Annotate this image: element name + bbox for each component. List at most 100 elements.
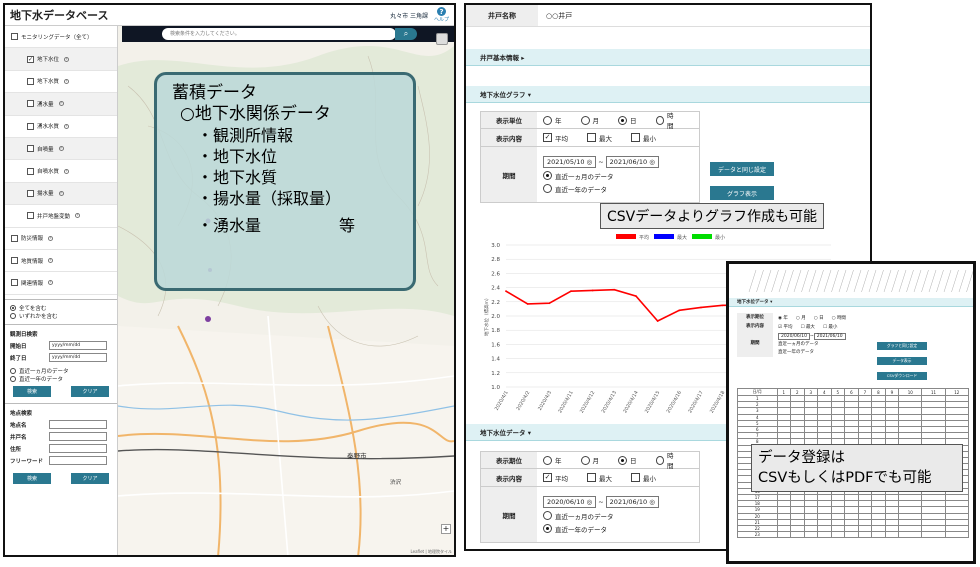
map-search-button[interactable]: ⌕: [395, 28, 417, 40]
same-as-data-button[interactable]: データと同じ設定: [710, 162, 774, 176]
content-option[interactable]: 最大: [587, 473, 612, 483]
radio-button[interactable]: [655, 115, 664, 125]
recent-month-option[interactable]: 直近一ヵ月のデータ: [5, 367, 117, 375]
info-icon[interactable]: ?: [48, 280, 54, 286]
monitoring-item[interactable]: 自噴水質?: [5, 160, 117, 183]
match-any-option[interactable]: いずれかを含む: [5, 312, 117, 320]
checkbox[interactable]: ✓: [543, 133, 552, 142]
unit-option[interactable]: 日: [618, 115, 637, 125]
graph-recent-year[interactable]: 直近一年のデータ: [543, 184, 607, 194]
radio-button[interactable]: [580, 455, 590, 465]
checkbox[interactable]: [27, 100, 34, 108]
info-icon[interactable]: ?: [64, 78, 70, 84]
checkbox[interactable]: [11, 257, 18, 265]
checkbox[interactable]: [631, 133, 640, 142]
monitoring-item[interactable]: 地下水質?: [5, 70, 117, 94]
sidebar-item[interactable]: 防災情報?: [5, 228, 117, 250]
checkbox[interactable]: [27, 212, 34, 220]
site-clear-button[interactable]: クリア: [71, 472, 109, 484]
monitoring-item[interactable]: 湧水量?: [5, 93, 117, 116]
graph-from-date[interactable]: 2021/05/10 ◎: [543, 155, 597, 168]
unit-option[interactable]: 時間: [655, 450, 680, 470]
sidebar-item[interactable]: 地質情報?: [5, 250, 117, 273]
checkbox[interactable]: [587, 133, 596, 142]
mini-recent-month[interactable]: 直近一ヵ月のデータ: [778, 341, 846, 347]
data-recent-month[interactable]: 直近一ヵ月のデータ: [543, 511, 614, 521]
radio-button[interactable]: [10, 367, 16, 374]
checkbox[interactable]: [631, 473, 640, 482]
checkbox[interactable]: [11, 33, 18, 41]
content-option[interactable]: 最小: [631, 133, 656, 143]
info-icon[interactable]: ?: [48, 235, 54, 241]
mini-content-option[interactable]: ☐ 最小: [823, 324, 837, 330]
radio-button[interactable]: [618, 115, 627, 125]
recent-year-option[interactable]: 直近一年のデータ: [5, 375, 117, 383]
mini-unit-option[interactable]: ○ 時間: [832, 315, 846, 321]
radio-button[interactable]: [10, 312, 16, 319]
radio-button[interactable]: [580, 115, 590, 125]
data-from-date[interactable]: 2020/06/10 ◎: [543, 495, 597, 508]
match-all-option[interactable]: 全てを含む: [5, 304, 117, 312]
monitoring-item[interactable]: 自噴量?: [5, 137, 117, 161]
checkbox[interactable]: [27, 145, 34, 153]
radio-button[interactable]: [543, 171, 552, 180]
checkbox[interactable]: ✓: [27, 55, 34, 63]
date-search-button[interactable]: 検索: [13, 385, 51, 397]
mini-content-option[interactable]: ☑ 平均: [778, 324, 792, 330]
info-icon[interactable]: ?: [58, 190, 64, 196]
map-view[interactable]: 秦野市 渋沢 検索条件を入力してください。 ⌕ 蓄積データ ○地下水関係データ …: [118, 26, 454, 555]
info-icon[interactable]: ?: [64, 56, 70, 62]
content-option[interactable]: 最大: [587, 133, 612, 143]
mini-to-date[interactable]: 2021/06/10: [813, 332, 846, 340]
map-search-input[interactable]: 検索条件を入力してください。: [162, 28, 396, 40]
checkbox[interactable]: [27, 122, 34, 130]
mini-same-settings-button[interactable]: グラフと同じ設定: [877, 342, 927, 350]
data-recent-year[interactable]: 直近一年のデータ: [543, 524, 607, 534]
info-icon[interactable]: ?: [75, 213, 81, 219]
mini-unit-option[interactable]: ○ 月: [796, 315, 806, 321]
radio-button[interactable]: [543, 524, 552, 533]
radio-button[interactable]: [543, 511, 552, 520]
site-field-input[interactable]: [49, 432, 107, 442]
monitoring-all-item[interactable]: モニタリングデータ（全て）: [5, 26, 117, 49]
radio-button[interactable]: [618, 455, 627, 465]
sidebar-item[interactable]: 関連情報?: [5, 272, 117, 295]
radio-button[interactable]: [543, 455, 552, 465]
unit-option[interactable]: 月: [580, 115, 599, 125]
basic-info-section[interactable]: 井戸基本情報 ▸: [466, 49, 870, 66]
unit-option[interactable]: 時間: [655, 110, 680, 130]
checkbox[interactable]: [11, 279, 18, 287]
help-button[interactable]: ? ヘルプ: [434, 7, 449, 23]
radio-button[interactable]: [10, 375, 16, 382]
content-option[interactable]: ✓ 平均: [543, 133, 568, 143]
checkbox[interactable]: [27, 189, 34, 197]
radio-button[interactable]: [655, 455, 664, 465]
content-option[interactable]: 最小: [631, 473, 656, 483]
monitoring-item[interactable]: 揚水量?: [5, 182, 117, 206]
unit-option[interactable]: 月: [580, 455, 599, 465]
checkbox[interactable]: [27, 77, 34, 85]
mini-data-section[interactable]: 地下水位データ ▾: [729, 298, 973, 307]
site-field-input[interactable]: [49, 456, 107, 466]
mini-from-date[interactable]: 2020/06/10: [778, 332, 810, 340]
zoom-in-button[interactable]: +: [441, 524, 451, 534]
layer-switch-button[interactable]: [436, 33, 448, 45]
checkbox[interactable]: [27, 167, 34, 175]
monitoring-item[interactable]: 湧水水質?: [5, 115, 117, 138]
start-date-input[interactable]: yyyy/mm/dd: [49, 341, 107, 351]
checkbox[interactable]: [587, 473, 596, 482]
mini-recent-year[interactable]: 直近一年のデータ: [778, 349, 846, 355]
radio-button[interactable]: [543, 184, 552, 193]
content-option[interactable]: ✓ 平均: [543, 473, 568, 483]
info-icon[interactable]: ?: [58, 101, 64, 107]
data-to-date[interactable]: 2021/06/10 ◎: [605, 495, 659, 508]
mini-content-option[interactable]: ☐ 最大: [800, 324, 814, 330]
date-clear-button[interactable]: クリア: [71, 385, 109, 397]
mini-unit-option[interactable]: ◉ 年: [778, 315, 788, 321]
graph-to-date[interactable]: 2021/06/10 ◎: [605, 155, 659, 168]
show-graph-button[interactable]: グラフ表示: [710, 186, 774, 200]
info-icon[interactable]: ?: [64, 123, 70, 129]
mini-unit-option[interactable]: ○ 日: [814, 315, 824, 321]
site-search-button[interactable]: 検索: [13, 472, 51, 484]
graph-section[interactable]: 地下水位グラフ ▾: [466, 86, 870, 103]
